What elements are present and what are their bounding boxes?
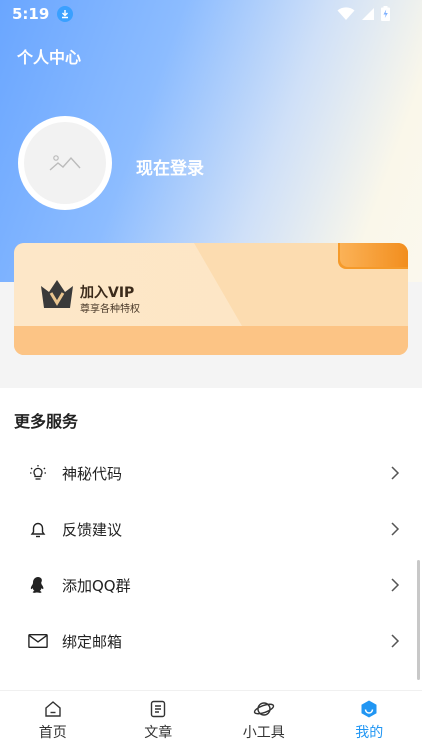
- crown-icon: [41, 280, 73, 308]
- avatar-placeholder: [24, 122, 106, 204]
- planet-icon: [253, 702, 274, 716]
- service-item-add-qq-group[interactable]: 添加QQ群: [0, 557, 422, 613]
- login-link[interactable]: 现在登录: [136, 154, 204, 179]
- avatar[interactable]: [18, 116, 112, 210]
- service-list: 神秘代码 反馈建议 添加QQ群 绑定邮箱: [0, 445, 422, 669]
- status-bar: 5:19: [0, 0, 422, 28]
- status-time: 5:19: [12, 5, 50, 23]
- article-icon: [151, 700, 166, 718]
- vip-subtitle: 尊享各种特权: [80, 304, 140, 315]
- nav-item-articles[interactable]: 文章: [106, 691, 212, 750]
- image-placeholder-icon: [49, 155, 81, 171]
- nav-label: 首页: [38, 725, 67, 741]
- chevron-right-icon: [391, 522, 400, 536]
- nav-label: 我的: [355, 725, 384, 741]
- battery-icon: [381, 6, 390, 21]
- service-item-bind-email[interactable]: 绑定邮箱: [0, 613, 422, 669]
- bell-icon: [28, 519, 48, 539]
- service-item-secret-code[interactable]: 神秘代码: [0, 445, 422, 501]
- section-title-more-services: 更多服务: [14, 412, 79, 431]
- mail-icon: [28, 631, 48, 651]
- scrollbar[interactable]: [417, 560, 420, 680]
- nav-label: 小工具: [242, 725, 285, 741]
- service-label: 添加QQ群: [62, 576, 131, 595]
- qq-icon: [28, 575, 48, 595]
- service-label: 绑定邮箱: [62, 632, 123, 651]
- service-label: 反馈建议: [62, 520, 123, 539]
- nav-item-home[interactable]: 首页: [0, 691, 106, 750]
- vip-title: 加入VIP: [80, 285, 135, 301]
- profile-icon: [361, 700, 377, 718]
- bottom-nav: 首页 文章 小工具 我的: [0, 690, 422, 750]
- status-icons: [337, 6, 390, 21]
- home-icon: [45, 701, 61, 717]
- wifi-icon: [337, 6, 355, 20]
- service-item-feedback[interactable]: 反馈建议: [0, 501, 422, 557]
- chevron-right-icon: [391, 466, 400, 480]
- page-title: 个人中心: [17, 48, 82, 67]
- vip-card[interactable]: 加入VIP 尊享各种特权: [14, 243, 408, 355]
- signal-icon: [362, 7, 374, 20]
- service-label: 神秘代码: [62, 464, 123, 483]
- nav-item-mine[interactable]: 我的: [317, 691, 422, 750]
- nav-item-tools[interactable]: 小工具: [211, 691, 317, 750]
- chevron-right-icon: [391, 634, 400, 648]
- bulb-icon: [28, 463, 48, 483]
- nav-label: 文章: [144, 725, 173, 741]
- chevron-right-icon: [391, 578, 400, 592]
- download-icon: [57, 6, 74, 22]
